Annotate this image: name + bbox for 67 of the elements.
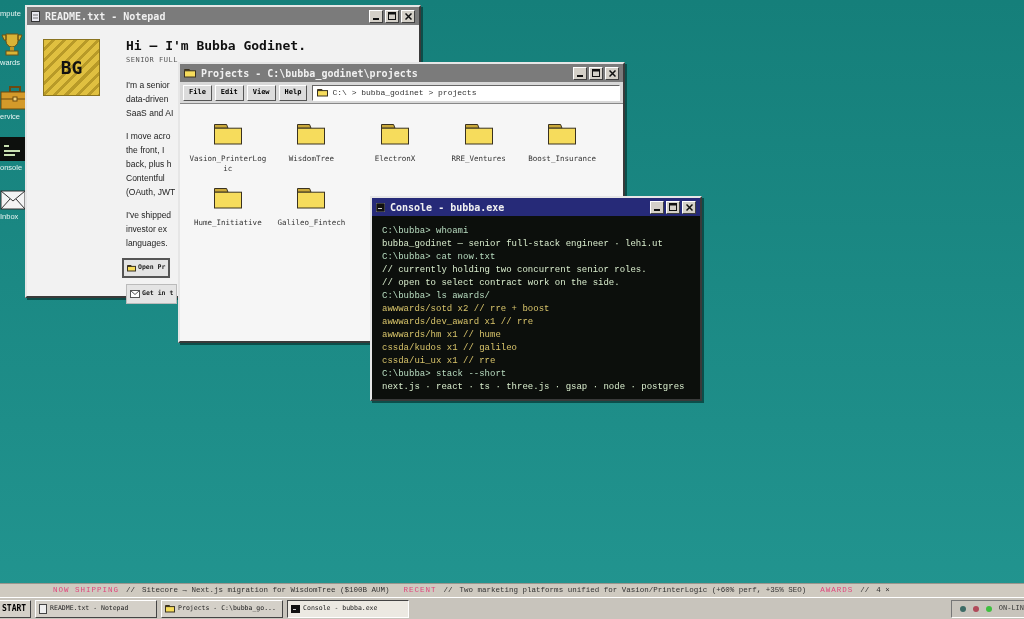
window-title: Console - bubba.exe xyxy=(390,200,505,215)
console-line: cssda/kudos x1 // galileo xyxy=(382,342,518,355)
terminal-icon xyxy=(376,202,385,212)
paragraph-text: Contentful xyxy=(126,172,165,185)
start-button[interactable]: START xyxy=(0,599,32,618)
folder-icon xyxy=(165,604,176,613)
console-line: C:\bubba> cat now.txt xyxy=(382,251,496,264)
maximize-button[interactable] xyxy=(385,9,399,23)
terminal-icon xyxy=(0,137,26,161)
document-icon xyxy=(39,603,48,614)
window-title: README.txt - Notepad xyxy=(45,9,166,24)
folder-icon xyxy=(464,124,493,145)
minimize-icon xyxy=(654,208,660,211)
close-icon xyxy=(404,12,412,20)
window-title: Projects - C:\bubba_godinet\projects xyxy=(201,66,418,81)
console-line: C:\bubba> ls awards/ xyxy=(382,290,491,303)
minimize-button[interactable] xyxy=(573,66,587,80)
console-line: awwwards/hm x1 // hume xyxy=(382,329,501,342)
address-bar[interactable]: C:\ > bubba_godinet > projects xyxy=(312,84,620,101)
document-icon xyxy=(31,10,40,22)
folder-icon xyxy=(317,88,329,97)
paragraph-text: I've shipped xyxy=(126,209,172,222)
folder-icon xyxy=(213,124,242,145)
console-line: next.js · react · ts · three.js · gsap · node · postgres xyxy=(382,381,685,394)
close-button[interactable] xyxy=(401,9,415,23)
trophy-icon xyxy=(0,32,24,56)
close-icon xyxy=(685,203,693,211)
console-line: // currently holding two concurrent senior roles. xyxy=(382,264,647,277)
minimize-icon xyxy=(577,74,583,77)
console-line: C:\bubba> whoami xyxy=(382,225,469,238)
folder-icon xyxy=(548,124,577,145)
console-line: awwwards/sotd x2 // rre + boost xyxy=(382,303,550,316)
folder-icon xyxy=(297,188,326,209)
close-button[interactable] xyxy=(682,200,696,214)
console-line: cssda/ui_ux x1 // rre xyxy=(382,355,496,368)
paragraph-text: I move acro xyxy=(126,130,171,143)
paragraph-text: investor ex xyxy=(126,223,168,236)
folder-icon xyxy=(297,124,326,145)
minimize-button[interactable] xyxy=(650,200,664,214)
console-line: // open to select contract work on the side. xyxy=(382,277,620,290)
folder-icon xyxy=(184,68,196,78)
maximize-icon xyxy=(669,203,677,211)
paragraph-text: languages. xyxy=(126,237,168,250)
paragraph-text: (OAuth, JWT xyxy=(126,186,176,199)
heading: Hi – I'm Bubba Godinet. xyxy=(126,39,306,52)
terminal-icon xyxy=(291,604,301,613)
console-line: awwwards/dev_award x1 // rre xyxy=(382,316,534,329)
maximize-button[interactable] xyxy=(589,66,603,80)
minimize-button[interactable] xyxy=(369,9,383,23)
close-button[interactable] xyxy=(605,66,619,80)
paragraph-text: I'm a senior xyxy=(126,79,170,92)
folder-icon xyxy=(127,264,136,272)
console-line: bubba_godinet — senior full-stack engineer · lehi.ut xyxy=(382,238,663,251)
maximize-button[interactable] xyxy=(666,200,680,214)
minimize-icon xyxy=(373,17,379,20)
folder-icon xyxy=(213,188,242,209)
console-line: C:\bubba> stack --short xyxy=(382,368,507,381)
maximize-icon xyxy=(592,69,600,77)
envelope-icon xyxy=(130,290,140,298)
paragraph-text: data-driven xyxy=(126,93,169,106)
folder-icon xyxy=(381,124,409,145)
maximize-icon xyxy=(388,12,396,20)
paragraph-text: the front, I xyxy=(126,144,165,157)
paragraph-text: SaaS and AI xyxy=(126,107,174,120)
paragraph-text: back, plus h xyxy=(126,158,172,171)
close-icon xyxy=(608,69,616,77)
avatar-badge: BG xyxy=(43,39,100,96)
